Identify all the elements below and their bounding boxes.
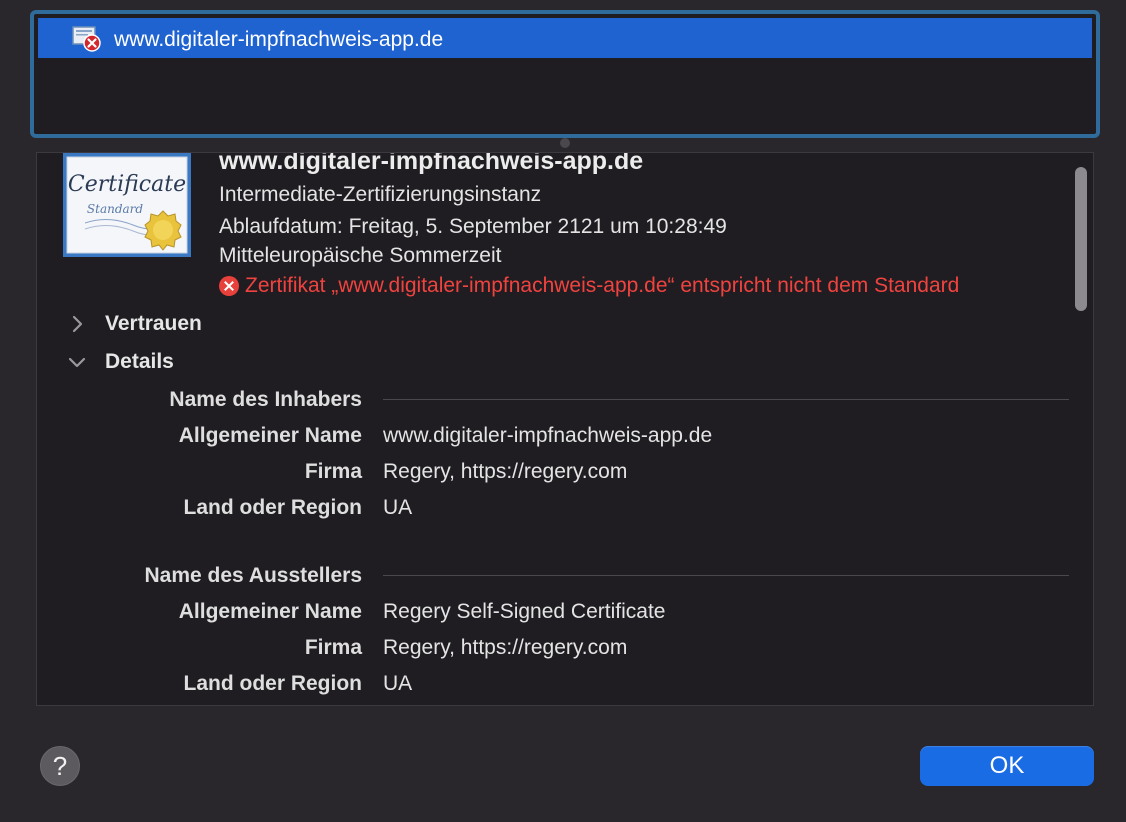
certificate-list[interactable]: www.digitaler-impfnachweis-app.de	[30, 10, 1100, 138]
subject-common-name-label: Allgemeiner Name	[178, 424, 362, 447]
details-label: Details	[105, 350, 174, 373]
subject-divider	[383, 399, 1069, 400]
issuer-common-name-label: Allgemeiner Name	[178, 600, 362, 623]
certificate-error-icon	[72, 26, 101, 52]
certificate-title: www.digitaler-impfnachweis-app.de	[219, 152, 644, 175]
details-disclosure[interactable]: Details	[67, 350, 174, 374]
subject-header: Name des Inhabers	[169, 388, 362, 411]
issuer-common-name-value: Regery Self-Signed Certificate	[383, 600, 666, 623]
help-button[interactable]: ?	[40, 746, 80, 786]
scrollbar[interactable]	[1075, 167, 1087, 311]
certificate-standard-icon: Certificate Standard	[63, 153, 191, 257]
trust-disclosure[interactable]: Vertrauen	[67, 312, 202, 336]
certificate-error-message: Zertifikat „www.digitaler-impfnachweis-a…	[245, 274, 960, 297]
chevron-down-icon	[68, 357, 86, 368]
issuer-organization-value: Regery, https://regery.com	[383, 636, 628, 659]
certificate-type: Intermediate-Zertifizierungsinstanz	[219, 183, 542, 206]
subject-organization-value: Regery, https://regery.com	[383, 460, 628, 483]
issuer-divider	[383, 575, 1069, 576]
issuer-header: Name des Ausstellers	[144, 564, 363, 587]
certificate-list-item-label: www.digitaler-impfnachweis-app.de	[114, 28, 444, 51]
subject-country-value: UA	[383, 496, 413, 519]
issuer-country-value: UA	[383, 672, 413, 695]
svg-text:Standard: Standard	[87, 202, 143, 216]
certificate-error: Zertifikat „www.digitaler-impfnachweis-a…	[219, 274, 959, 298]
ok-button[interactable]: OK	[920, 746, 1094, 786]
certificate-timezone: Mitteleuropäische Sommerzeit	[219, 244, 502, 267]
svg-text:Certificate: Certificate	[68, 172, 186, 197]
issuer-organization-label: Firma	[304, 636, 362, 659]
chevron-right-icon	[72, 315, 83, 333]
error-icon	[219, 276, 239, 296]
subject-country-label: Land oder Region	[183, 496, 363, 519]
certificate-expiry: Ablaufdatum: Freitag, 5. September 2121 …	[219, 215, 727, 238]
subject-organization-label: Firma	[304, 460, 362, 483]
trust-label: Vertrauen	[105, 312, 202, 335]
issuer-country-label: Land oder Region	[183, 672, 363, 695]
certificate-list-item[interactable]: www.digitaler-impfnachweis-app.de	[38, 18, 1092, 58]
subject-common-name-value: www.digitaler-impfnachweis-app.de	[383, 424, 713, 447]
split-view-handle[interactable]	[560, 138, 570, 148]
certificate-detail-panel[interactable]: Certificate Standard www.digitaler-impfn…	[36, 152, 1094, 706]
